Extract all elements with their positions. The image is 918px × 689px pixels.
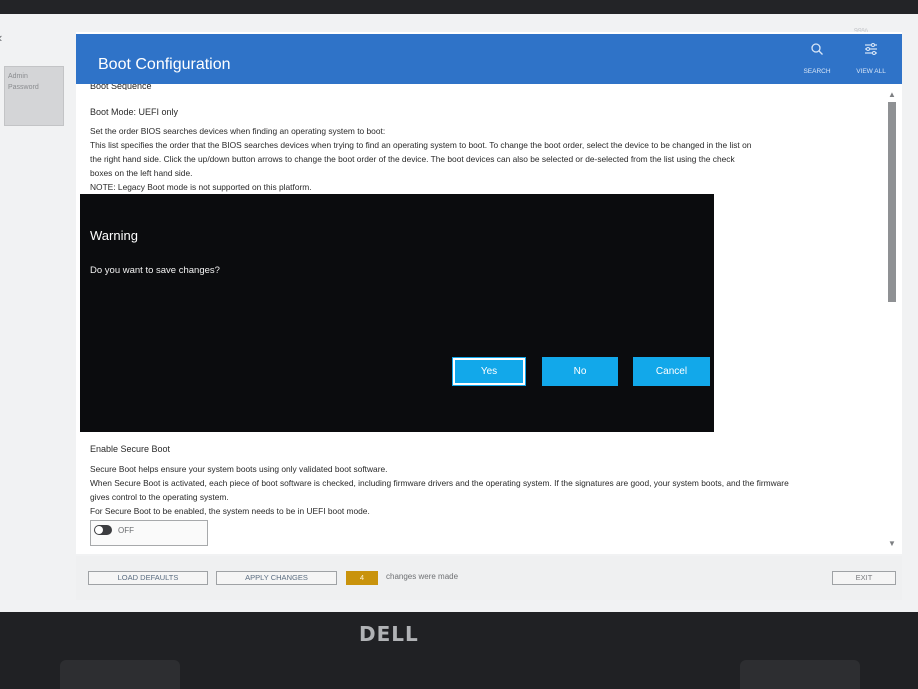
desc-line: NOTE: Legacy Boot mode is not supported … <box>90 182 312 192</box>
desc-line: For Secure Boot to be enabled, the syste… <box>90 506 370 516</box>
view-all-icon <box>846 42 896 68</box>
boot-mode-label: Boot Mode: UEFI only <box>90 107 179 117</box>
hinge-left <box>60 660 180 689</box>
view-all-button[interactable]: VIEW ALL <box>846 42 896 82</box>
exit-button[interactable]: EXIT <box>832 571 896 585</box>
desc-line: boxes on the left hand side. <box>90 168 193 178</box>
sidebar-item-label-line2: Password <box>8 84 39 91</box>
laptop-bezel-top <box>0 0 918 14</box>
no-button[interactable]: No <box>542 357 618 386</box>
scroll-thumb[interactable] <box>888 102 896 302</box>
warning-dialog: Warning Do you want to save changes? Yes… <box>80 194 714 432</box>
apply-changes-button[interactable]: APPLY CHANGES <box>216 571 337 585</box>
page-title: Boot Configuration <box>98 56 231 73</box>
desc-line: This list specifies the order that the B… <box>90 140 752 150</box>
desc-line: gives control to the operating system. <box>90 492 229 502</box>
desc-line: When Secure Boot is activated, each piec… <box>90 478 789 488</box>
page-header: Boot Configuration SEARCH VIEW ALL <box>76 34 902 84</box>
scrollbar[interactable]: ▲ ▼ <box>886 90 898 548</box>
sidebar-item-admin-password[interactable]: Admin Password <box>4 66 64 126</box>
toggle-state-label: OFF <box>118 526 134 535</box>
changes-count-badge: 4 <box>346 571 378 585</box>
secure-boot-description: Secure Boot helps ensure your system boo… <box>90 462 890 518</box>
secure-boot-toggle[interactable] <box>94 525 112 535</box>
load-defaults-button[interactable]: LOAD DEFAULTS <box>88 571 208 585</box>
scroll-down-icon[interactable]: ▼ <box>888 539 896 548</box>
secure-boot-title: Enable Secure Boot <box>90 444 171 454</box>
cancel-button[interactable]: Cancel <box>633 357 710 386</box>
search-icon <box>792 42 842 68</box>
search-button[interactable]: SEARCH <box>792 42 842 82</box>
boot-sequence-description: Set the order BIOS searches devices when… <box>90 124 860 194</box>
secure-boot-toggle-container: OFF <box>90 520 208 546</box>
hinge-right <box>740 660 860 689</box>
section-heading-boot-sequence: Boot Sequence <box>90 84 152 90</box>
search-label: SEARCH <box>803 68 831 75</box>
dialog-message: Do you want to save changes? <box>90 265 220 276</box>
desc-line: the right hand side. Click the up/down b… <box>90 154 735 164</box>
back-icon[interactable]: ‹ <box>0 30 2 45</box>
sidebar-item-label-line1: Admin <box>8 73 28 80</box>
view-all-label: VIEW ALL <box>856 68 886 75</box>
dell-logo: DELL <box>359 622 419 646</box>
desc-line: Secure Boot helps ensure your system boo… <box>90 464 388 474</box>
desc-line: Set the order BIOS searches devices when… <box>90 126 386 136</box>
scroll-up-icon[interactable]: ▲ <box>888 90 896 99</box>
changes-status-text: changes were made <box>386 572 459 581</box>
dialog-title: Warning <box>90 228 138 243</box>
yes-button[interactable]: Yes <box>452 357 526 386</box>
